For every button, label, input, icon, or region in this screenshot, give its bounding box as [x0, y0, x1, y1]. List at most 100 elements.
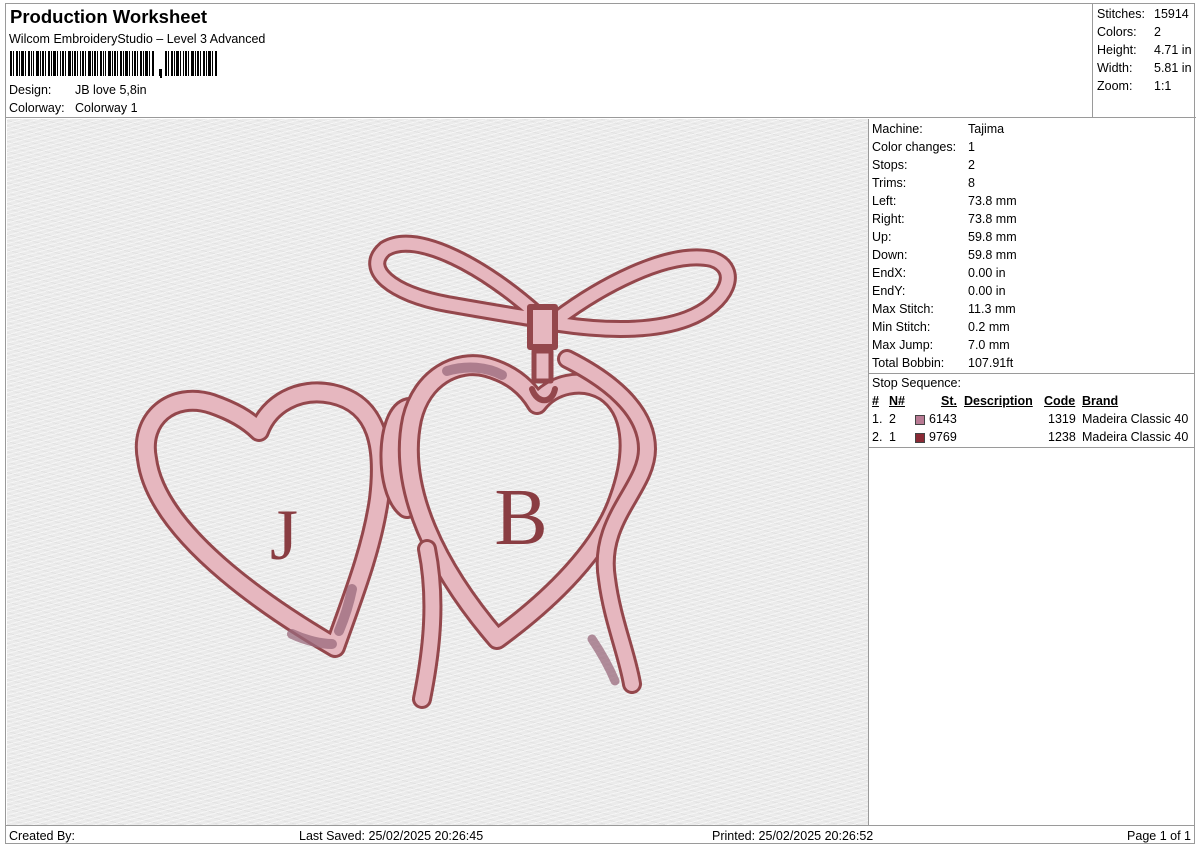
info-row: Machine: Tajima — [872, 122, 1004, 136]
info-value: 1 — [968, 140, 975, 154]
info-label: EndY: — [872, 284, 906, 298]
last-saved: Last Saved: 25/02/2025 20:26:45 — [299, 829, 484, 843]
info-row: Color changes: 1 — [872, 140, 975, 154]
monogram-letter-b: B — [494, 474, 547, 562]
worksheet-header: Production Worksheet Wilcom EmbroiderySt… — [6, 4, 1092, 118]
info-row: Right: 73.8 mm — [872, 212, 1017, 226]
info-value: 2 — [968, 158, 975, 172]
colorway-label: Colorway: — [9, 101, 65, 115]
col-brand-header: Brand — [1082, 394, 1119, 408]
panel-divider — [869, 373, 1195, 374]
info-value: 0.00 in — [968, 266, 1006, 280]
info-value: 59.8 mm — [968, 230, 1017, 244]
stop-sequence-title: Stop Sequence: — [872, 376, 961, 390]
info-label: Down: — [872, 248, 908, 262]
col-description-header: Description — [964, 394, 1033, 408]
info-label: Machine: — [872, 122, 923, 136]
stat-label: Height: — [1097, 43, 1137, 57]
barcode-image — [10, 51, 220, 78]
col-n-header: N# — [889, 394, 905, 408]
page-title: Production Worksheet — [10, 6, 208, 27]
info-label: Max Stitch: — [872, 302, 934, 316]
monogram-letter-j: J — [270, 495, 298, 575]
row-n: 1 — [889, 430, 896, 444]
colorway-row: Colorway: Colorway 1 — [9, 101, 138, 115]
info-label: Max Jump: — [872, 338, 934, 352]
col-code-header: Code — [1044, 394, 1076, 408]
stat-row: Width: 5.81 in — [1097, 61, 1192, 75]
row-n: 2 — [889, 412, 896, 426]
stat-row: Colors: 2 — [1097, 25, 1161, 39]
stat-row: Stitches: 15914 — [1097, 7, 1189, 21]
thread-color-swatch — [915, 415, 925, 425]
row-index: 1. — [872, 412, 883, 426]
row-code: 1238 — [1048, 430, 1076, 444]
row-brand: Madeira Classic 40 — [1082, 412, 1189, 426]
info-label: Right: — [872, 212, 905, 226]
stat-value: 15914 — [1154, 7, 1189, 21]
info-row: Stops: 2 — [872, 158, 975, 172]
worksheet-frame: Production Worksheet Wilcom EmbroiderySt… — [5, 3, 1196, 844]
stat-value: 1:1 — [1154, 79, 1172, 93]
info-label: Up: — [872, 230, 892, 244]
info-row: EndX: 0.00 in — [872, 266, 1006, 280]
row-index: 2. — [872, 430, 883, 444]
info-row: Up: 59.8 mm — [872, 230, 1017, 244]
info-row: EndY: 0.00 in — [872, 284, 1006, 298]
stat-label: Colors: — [1097, 25, 1137, 39]
stop-sequence-row[interactable]: 2. 1 9769 1238 Madeira Classic 40 — [869, 430, 1195, 447]
worksheet-footer: Created By: Last Saved: 25/02/2025 20:26… — [6, 825, 1194, 844]
stat-value: 4.71 in — [1154, 43, 1192, 57]
info-value: 73.8 mm — [968, 212, 1017, 226]
info-row: Down: 59.8 mm — [872, 248, 1017, 262]
stop-sequence-header: # N# St. Description Code Brand — [869, 394, 1195, 411]
stat-label: Width: — [1097, 61, 1133, 75]
row-description: 9769 — [929, 430, 957, 444]
barcode-graphic — [10, 51, 217, 78]
embroidery-design: J B — [134, 234, 737, 709]
printed-date: Printed: 25/02/2025 20:26:52 — [712, 829, 874, 843]
info-label: Color changes: — [872, 140, 957, 154]
stats-box: Stitches: 15914 Colors: 2 Height: 4.71 in W… — [1092, 4, 1196, 118]
software-subtitle: Wilcom EmbroideryStudio – Level 3 Advanc… — [9, 32, 266, 46]
stat-label: Zoom: — [1097, 79, 1133, 93]
stat-value: 5.81 in — [1154, 61, 1192, 75]
info-value: 8 — [968, 176, 975, 190]
row-code: 1319 — [1048, 412, 1076, 426]
info-label: Left: — [872, 194, 897, 208]
info-row: Max Jump: 7.0 mm — [872, 338, 1010, 352]
info-row: Total Bobbin: 107.91ft — [872, 356, 1013, 370]
row-description: 6143 — [929, 412, 957, 426]
design-preview: J B — [7, 119, 869, 825]
info-value: 59.8 mm — [968, 248, 1017, 262]
info-value: 11.3 mm — [968, 302, 1016, 316]
info-row: Trims: 8 — [872, 176, 975, 190]
design-label: Design: — [9, 83, 52, 97]
col-st-header: St. — [941, 394, 957, 408]
info-label: EndX: — [872, 266, 907, 280]
info-row: Max Stitch: 11.3 mm — [872, 302, 1016, 316]
panel-divider — [869, 447, 1195, 448]
info-value: 107.91ft — [968, 356, 1014, 370]
info-value: 0.2 mm — [968, 320, 1010, 334]
info-row: Left: 73.8 mm — [872, 194, 1017, 208]
info-label: Stops: — [872, 158, 908, 172]
info-label: Trims: — [872, 176, 907, 190]
info-label: Total Bobbin: — [872, 356, 945, 370]
thread-color-swatch — [915, 433, 925, 443]
created-by: Created By: — [9, 829, 76, 843]
info-row: Min Stitch: 0.2 mm — [872, 320, 1010, 334]
stop-sequence-row[interactable]: 1. 2 6143 1319 Madeira Classic 40 — [869, 412, 1195, 429]
stat-value: 2 — [1154, 25, 1161, 39]
info-value: 7.0 mm — [968, 338, 1010, 352]
col-index-header: # — [872, 394, 879, 408]
design-row: Design: JB love 5,8in — [9, 83, 147, 97]
info-value: 73.8 mm — [968, 194, 1017, 208]
info-value: Tajima — [968, 122, 1005, 136]
info-label: Min Stitch: — [872, 320, 931, 334]
page-number: Page 1 of 1 — [1127, 829, 1191, 843]
row-brand: Madeira Classic 40 — [1082, 430, 1189, 444]
stat-row: Height: 4.71 in — [1097, 43, 1192, 57]
colorway-value: Colorway 1 — [75, 101, 138, 115]
info-panel: Machine: Tajima Color changes: 1 Stops: 2 T… — [869, 119, 1195, 825]
